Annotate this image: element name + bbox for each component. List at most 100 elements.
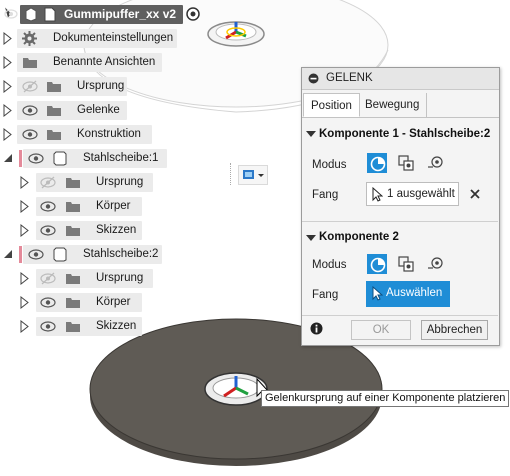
eye-icon[interactable]: [28, 248, 44, 261]
display-settings-icon: [243, 170, 264, 179]
tree-item-skizzen-2[interactable]: Skizzen: [0, 316, 145, 337]
folder-icon: [66, 322, 80, 332]
eye-hidden-icon[interactable]: [22, 80, 38, 93]
eye-hidden-icon[interactable]: [40, 176, 56, 189]
footer-divider: [302, 315, 498, 316]
tree-item-stahlscheibe-2[interactable]: Stahlscheibe:2: [0, 244, 165, 265]
tree-item-ursprung[interactable]: Ursprung: [0, 76, 130, 97]
folder-icon: [66, 202, 80, 212]
tree-item-label: Konstruktion: [77, 128, 141, 140]
modus-label-1: Modus: [312, 159, 347, 171]
folder-icon: [66, 226, 80, 236]
info-icon[interactable]: [310, 322, 323, 335]
select-button[interactable]: Auswählen: [366, 281, 450, 307]
dialog-title: GELENK: [326, 72, 373, 84]
mode-simple-button[interactable]: [367, 153, 387, 173]
tree-item-label: Ursprung: [96, 272, 144, 284]
folder-icon: [66, 274, 80, 284]
tree-item-ursprung-2[interactable]: Ursprung: [0, 268, 155, 289]
expand-triangle-icon[interactable]: [20, 320, 29, 333]
folder-icon: [23, 58, 37, 68]
expand-triangle-icon[interactable]: [20, 296, 29, 309]
collapse-triangle-icon[interactable]: [3, 153, 13, 163]
tree-item-label: Ursprung: [96, 176, 144, 188]
tree-item-label: Benannte Ansichten: [53, 56, 156, 68]
section-collapse-icon[interactable]: [306, 131, 316, 137]
document-icon: [44, 7, 56, 22]
section2-title: Komponente 2: [319, 231, 399, 243]
snap-selection-1[interactable]: 1 ausgewählt: [366, 182, 459, 206]
dialog-titlebar[interactable]: GELENK: [302, 68, 499, 90]
tree-item-dokumenteinstellungen[interactable]: Dokumenteinstellungen: [0, 28, 180, 49]
gear-icon: [22, 31, 37, 46]
section-collapse-icon[interactable]: [306, 235, 316, 241]
eye-icon[interactable]: [40, 224, 56, 237]
activate-radio-icon[interactable]: [186, 7, 200, 21]
eye-icon[interactable]: [40, 296, 56, 309]
tree-item-label: Dokumenteinstellungen: [53, 32, 174, 44]
component-icon: [25, 7, 37, 22]
cancel-button[interactable]: Abbrechen: [421, 320, 488, 340]
eye-icon[interactable]: [22, 104, 38, 117]
folder-icon: [66, 178, 80, 188]
tree-item-skizzen-1[interactable]: Skizzen: [0, 220, 145, 241]
expand-triangle-icon[interactable]: [20, 272, 29, 285]
folder-icon: [66, 298, 80, 308]
expand-triangle-icon[interactable]: [20, 224, 29, 237]
tree-item-label: Skizzen: [96, 224, 137, 236]
expand-triangle-icon[interactable]: [3, 56, 12, 69]
tab-bewegung[interactable]: Bewegung: [358, 93, 428, 117]
tree-item-label: Körper: [96, 296, 131, 308]
tree-item-label: Körper: [96, 200, 131, 212]
collapse-dialog-icon[interactable]: [308, 73, 319, 84]
tooltip: Gelenkursprung auf einer Komponente plat…: [261, 390, 510, 407]
eye-icon[interactable]: [40, 200, 56, 213]
folder-icon: [47, 130, 61, 140]
modus-label-2: Modus: [312, 259, 347, 271]
tree-item-label: Ursprung: [77, 80, 125, 92]
tab-position[interactable]: Position: [303, 93, 360, 117]
expand-triangle-icon[interactable]: [20, 200, 29, 213]
fang-label-1: Fang: [312, 189, 339, 201]
cursor-arrow-icon: [372, 187, 383, 202]
section1-title: Komponente 1 - Stahlscheibe:2: [319, 128, 491, 140]
tree-item-gelenke[interactable]: Gelenke: [0, 100, 130, 121]
collapse-triangle-icon[interactable]: [3, 249, 13, 259]
root-label: Gummipuffer_xx v2: [64, 7, 177, 21]
tree-item-ursprung-1[interactable]: Ursprung: [0, 172, 155, 193]
tree-item-koerper-2[interactable]: Körper: [0, 292, 145, 313]
tree-item-konstruktion[interactable]: Konstruktion: [0, 124, 155, 145]
component-marker: [19, 150, 22, 167]
dialog-tabs: Position Bewegung: [302, 91, 499, 118]
expand-triangle-icon[interactable]: [3, 32, 12, 45]
tree-item-label: Skizzen: [96, 320, 137, 332]
expand-triangle-icon[interactable]: [3, 128, 12, 141]
eye-icon[interactable]: [4, 8, 18, 20]
eye-icon[interactable]: [22, 128, 38, 141]
toolbar-grip: [230, 163, 233, 185]
mode-simple-button[interactable]: [367, 254, 387, 274]
mode-two-edge-intersection-icon[interactable]: [426, 154, 446, 174]
tree-item-label: Stahlscheibe:2: [83, 248, 159, 260]
tree-item-stahlscheibe-1[interactable]: Stahlscheibe:1: [0, 148, 170, 169]
mode-between-two-faces-icon[interactable]: [397, 154, 417, 174]
fang-label-2: Fang: [312, 289, 339, 301]
component-icon: [53, 151, 67, 166]
component-icon: [53, 247, 67, 262]
eye-hidden-icon[interactable]: [40, 272, 56, 285]
expand-triangle-icon[interactable]: [20, 176, 29, 189]
expand-triangle-icon[interactable]: [3, 104, 12, 117]
tree-root-row[interactable]: Gummipuffer_xx v2: [0, 4, 185, 25]
display-settings-button[interactable]: [238, 165, 268, 185]
section-divider: [302, 221, 498, 222]
ok-button[interactable]: OK: [351, 320, 411, 340]
eye-icon[interactable]: [40, 320, 56, 333]
tree-item-koerper-1[interactable]: Körper: [0, 196, 145, 217]
mode-between-two-faces-icon[interactable]: [397, 255, 417, 275]
tree-item-benannte-ansichten[interactable]: Benannte Ansichten: [0, 52, 180, 73]
clear-selection-x-icon[interactable]: [470, 189, 480, 199]
eye-icon[interactable]: [28, 152, 44, 165]
mode-two-edge-intersection-icon[interactable]: [426, 255, 446, 275]
tree-item-label: Stahlscheibe:1: [83, 152, 159, 164]
expand-triangle-icon[interactable]: [3, 80, 12, 93]
